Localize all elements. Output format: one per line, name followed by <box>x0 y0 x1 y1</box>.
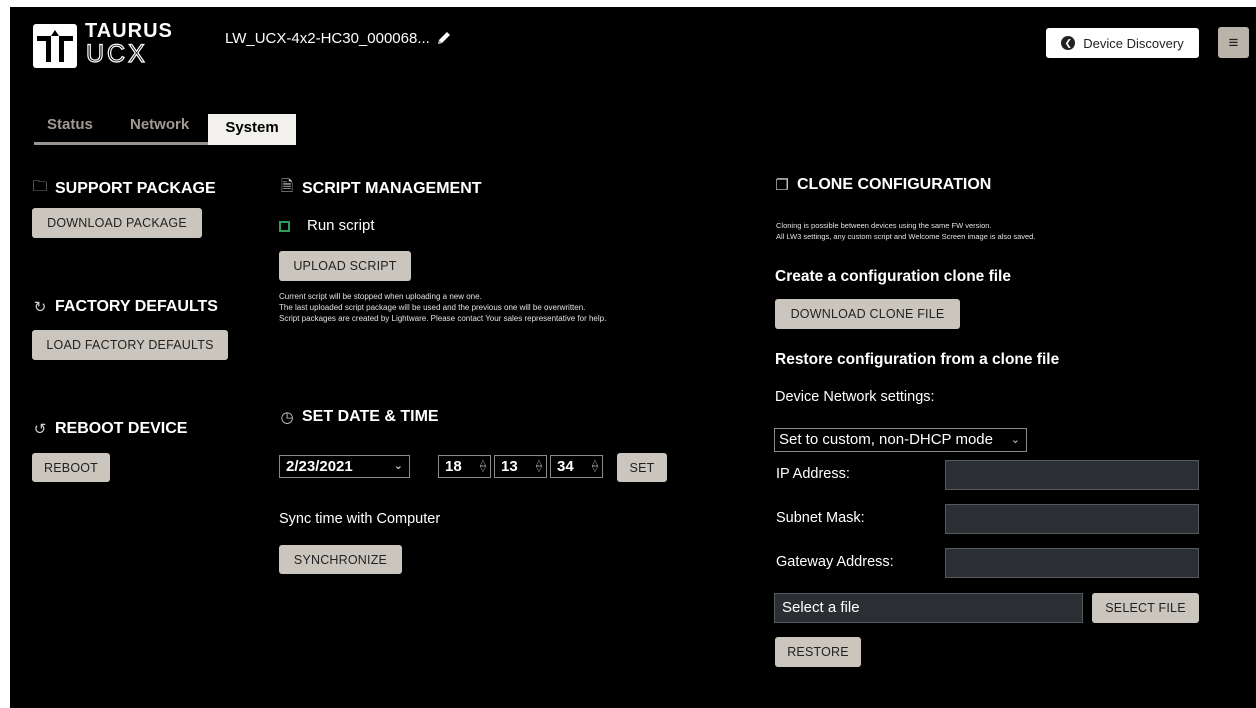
synchronize-button[interactable]: SYNCHRONIZE <box>279 545 402 574</box>
script-note-line: Current script will be stopped when uplo… <box>279 292 482 301</box>
download-clone-file-button[interactable]: DOWNLOAD CLONE FILE <box>775 299 960 329</box>
subnet-mask-label: Subnet Mask: <box>776 510 865 526</box>
gateway-address-label: Gateway Address: <box>776 554 894 570</box>
hour-spinner[interactable]: 18 △ ▽ <box>438 455 491 478</box>
ip-address-label: IP Address: <box>776 466 850 482</box>
hamburger-menu-button[interactable]: ≡ <box>1218 27 1249 58</box>
clone-configuration-title: ❐ CLONE CONFIGURATION <box>775 176 992 194</box>
factory-defaults-title: ↻ FACTORY DEFAULTS <box>33 298 218 316</box>
restore-clone-heading: Restore configuration from a clone file <box>775 351 1060 368</box>
spinner-arrows-icon: △ ▽ <box>591 458 598 473</box>
network-settings-select[interactable]: Set to custom, non-DHCP mode ⌄ <box>774 428 1027 452</box>
selected-file-field[interactable]: Select a file <box>774 593 1083 623</box>
edit-pencil-icon[interactable] <box>436 30 452 51</box>
reboot-icon: ↺ <box>33 421 47 438</box>
back-arrow-icon: ❮ <box>1061 36 1076 50</box>
copy-icon: ❐ <box>775 177 789 194</box>
chevron-down-icon: ⌄ <box>393 460 403 472</box>
set-date-time-title: ◷ SET DATE & TIME <box>280 408 439 426</box>
script-note-line: The last uploaded script package will be… <box>279 303 586 312</box>
tab-system[interactable]: System <box>208 114 296 145</box>
package-icon: 🗀 <box>32 178 48 195</box>
date-value: 2/23/2021 <box>286 458 353 475</box>
document-icon: 🗎 <box>280 178 294 195</box>
restore-button[interactable]: RESTORE <box>775 637 861 667</box>
second-spinner[interactable]: 34 △ ▽ <box>550 455 603 478</box>
run-script-label: Run script <box>307 217 375 234</box>
device-name: LW_UCX-4x2-HC30_000068... <box>225 30 430 47</box>
reboot-button[interactable]: REBOOT <box>32 453 110 482</box>
network-settings-value: Set to custom, non-DHCP mode <box>779 431 993 448</box>
ip-address-input[interactable] <box>945 460 1199 490</box>
refresh-icon: ↻ <box>33 299 47 316</box>
minute-spinner[interactable]: 13 △ ▽ <box>494 455 547 478</box>
gateway-address-input[interactable] <box>945 548 1199 578</box>
chevron-down-icon: ⌄ <box>1010 434 1020 446</box>
device-discovery-label: Device Discovery <box>1083 35 1184 51</box>
support-package-title: 🗀 SUPPORT PACKAGE <box>32 176 215 201</box>
lightware-logo-icon <box>33 24 77 68</box>
device-network-settings-label: Device Network settings: <box>775 389 935 405</box>
tab-network[interactable]: Network <box>130 114 189 142</box>
logo-text-bottom: UCX <box>85 39 148 68</box>
device-discovery-button[interactable]: ❮ Device Discovery <box>1046 28 1199 58</box>
subnet-mask-input[interactable] <box>945 504 1199 534</box>
download-package-button[interactable]: DOWNLOAD PACKAGE <box>32 208 202 238</box>
create-clone-heading: Create a configuration clone file <box>775 268 1011 285</box>
script-note-line: Script packages are created by Lightware… <box>279 314 607 323</box>
script-management-title: 🗎 SCRIPT MANAGEMENT <box>279 176 482 201</box>
spinner-arrows-icon: △ ▽ <box>479 458 486 473</box>
script-notes: Current script will be stopped when uplo… <box>279 291 606 324</box>
minute-value: 13 <box>501 458 518 475</box>
tab-status[interactable]: Status <box>47 114 93 142</box>
date-select[interactable]: 2/23/2021 ⌄ <box>279 455 410 478</box>
app-window: TAURUS UCX LW_UCX-4x2-HC30_000068... ❮ D… <box>10 7 1256 708</box>
select-file-button[interactable]: SELECT FILE <box>1092 593 1199 623</box>
hour-value: 18 <box>445 458 462 475</box>
clone-notes: Cloning is possible between devices usin… <box>776 220 1035 242</box>
upload-script-button[interactable]: UPLOAD SCRIPT <box>279 251 411 281</box>
clone-note-line: Cloning is possible between devices usin… <box>776 221 992 230</box>
sync-time-label: Sync time with Computer <box>279 511 441 527</box>
load-factory-defaults-button[interactable]: LOAD FACTORY DEFAULTS <box>32 330 228 360</box>
spinner-arrows-icon: △ ▽ <box>535 458 542 473</box>
menu-icon: ≡ <box>1228 32 1239 52</box>
set-time-button[interactable]: SET <box>617 453 667 482</box>
second-value: 34 <box>557 458 574 475</box>
tab-bar: Status Network System <box>34 114 296 145</box>
clone-note-line: All LW3 settings, any custom script and … <box>776 232 1036 241</box>
taurus-ucx-logo: TAURUS UCX <box>33 20 183 72</box>
clock-icon: ◷ <box>280 409 294 426</box>
reboot-device-title: ↺ REBOOT DEVICE <box>33 420 188 438</box>
run-script-checkbox[interactable] <box>279 221 290 232</box>
